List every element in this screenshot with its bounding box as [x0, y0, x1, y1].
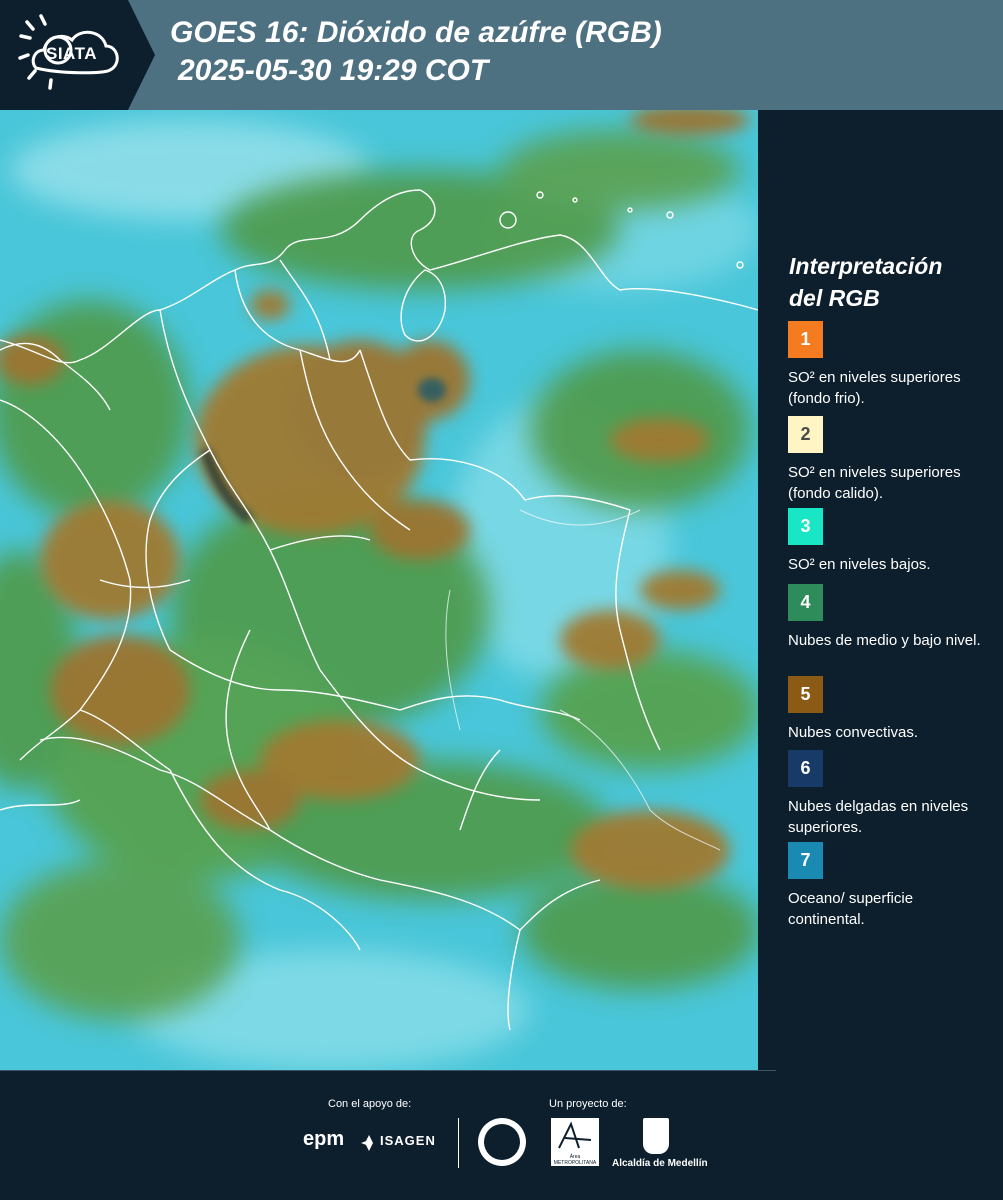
- page-title: GOES 16: Dióxido de azúfre (RGB): [170, 16, 662, 49]
- legend-item-4: 4 Nubes de medio y bajo nivel.: [788, 584, 993, 651]
- legend-swatch-7: 7: [788, 842, 823, 879]
- legend-title-line2: del RGB: [789, 285, 880, 311]
- legend-item-3: 3 SO² en niveles bajos.: [788, 508, 993, 575]
- legend-label-1: SO² en niveles superiores (fondo frio).: [788, 369, 961, 407]
- area-logo-text: Área METROPOLITANA Valle de Aburrá: [553, 1154, 597, 1172]
- legend-swatch-5: 5: [788, 676, 823, 713]
- project-label: Un proyecto de:: [549, 1098, 627, 1110]
- epm-logo: epm: [303, 1128, 345, 1150]
- legend-item-6: 6 Nubes delgadas en niveles superiores.: [788, 750, 993, 838]
- header-bar: SIATA GOES 16: Dióxido de azúfre (RGB) 2…: [0, 0, 1003, 110]
- legend-swatch-3: 3: [788, 508, 823, 545]
- legend-swatch-1: 1: [788, 321, 823, 358]
- siata-logo: SIATA: [0, 0, 155, 110]
- legend-label-4: Nubes de medio y bajo nivel.: [788, 632, 981, 649]
- legend-title-line1: Interpretación: [789, 253, 943, 279]
- legend-swatch-2: 2: [788, 416, 823, 453]
- legend-label-7: Oceano/ superficie continental.: [788, 890, 914, 928]
- alcaldia-crest-icon: [643, 1118, 669, 1154]
- legend-title: Interpretación del RGB: [789, 250, 999, 314]
- legend-item-2: 2 SO² en niveles superiores (fondo calid…: [788, 416, 993, 504]
- legend-label-5: Nubes convectivas.: [788, 724, 919, 741]
- support-label: Con el apoyo de:: [328, 1098, 412, 1110]
- legend-label-2: SO² en niveles superiores (fondo calido)…: [788, 464, 961, 502]
- footer-separator: [458, 1118, 459, 1168]
- alcaldia-label: Alcaldía de Medellín: [612, 1158, 708, 1169]
- page-datetime: 2025-05-30 19:29 COT: [178, 54, 489, 87]
- isagen-logo: ISAGEN: [380, 1133, 436, 1148]
- legend-item-7: 7 Oceano/ superficie continental.: [788, 842, 993, 930]
- legend-label-6: Nubes delgadas en niveles superiores.: [788, 798, 969, 836]
- footer-divider: [0, 1070, 776, 1071]
- medellin-seal-icon: [478, 1118, 526, 1166]
- legend-swatch-4: 4: [788, 584, 823, 621]
- legend-item-5: 5 Nubes convectivas.: [788, 676, 993, 743]
- legend-panel: Interpretación del RGB 1 SO² en niveles …: [760, 110, 1003, 1070]
- satellite-map: [0, 110, 758, 1070]
- legend-item-1: 1 SO² en niveles superiores (fondo frio)…: [788, 321, 993, 409]
- siata-logo-text: SIATA: [46, 44, 97, 63]
- isagen-icon: [361, 1135, 373, 1151]
- legend-swatch-6: 6: [788, 750, 823, 787]
- footer-bar: Con el apoyo de: Un proyecto de: epm ISA…: [0, 1070, 1003, 1200]
- area-logo-icon: [558, 1121, 592, 1149]
- legend-label-3: SO² en niveles bajos.: [788, 556, 931, 573]
